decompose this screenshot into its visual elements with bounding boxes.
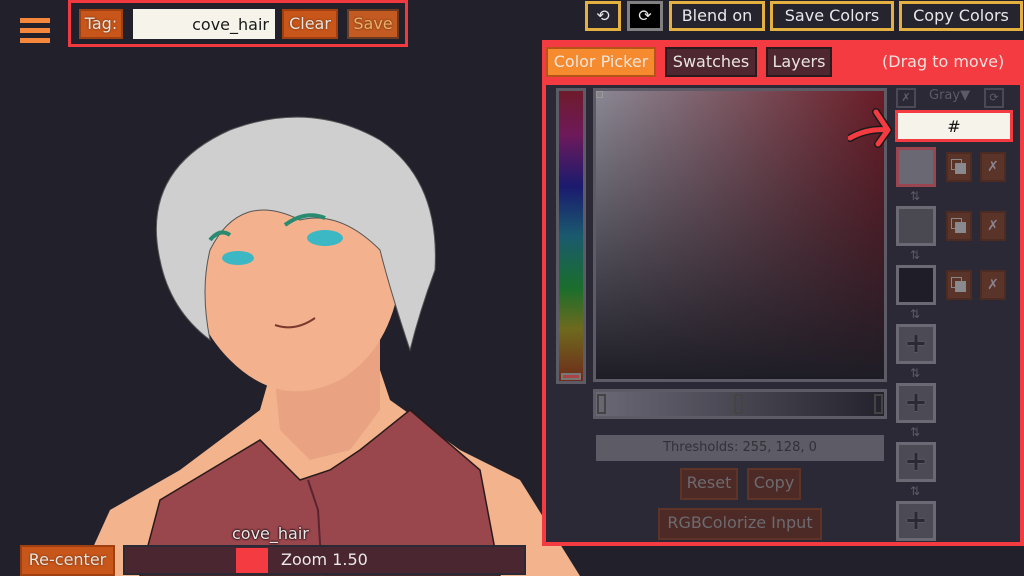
add-swatch-button[interactable]: + [896,442,936,482]
duplicate-swatch-2-button[interactable] [946,211,972,241]
right-eye [307,230,343,246]
save-button[interactable]: Save [347,9,399,39]
swap-icon[interactable]: ⇅ [910,307,920,321]
zoom-label: Zoom 1.50 [281,550,368,569]
undo-button[interactable]: ⟲ [585,1,621,31]
tab-color-picker[interactable]: Color Picker [546,47,656,77]
blend-toggle-button[interactable]: Blend on [669,1,765,31]
copy-colors-button[interactable]: Copy Colors [899,1,1023,31]
swatch-2[interactable] [896,206,936,246]
zoom-slider[interactable]: Zoom 1.50 [123,545,526,575]
zoom-handle[interactable] [236,548,268,573]
refresh-icon[interactable]: ⟳ [984,88,1004,108]
save-colors-button[interactable]: Save Colors [770,1,894,31]
threshold-handle-mid[interactable] [734,394,743,414]
hue-handle[interactable] [561,373,581,380]
hamburger-menu-icon[interactable] [20,18,50,46]
rgb-colorize-input-button[interactable]: RGBColorize Input [658,508,822,540]
recenter-button[interactable]: Re-center [20,545,115,576]
saturation-value-picker[interactable] [593,88,892,382]
redo-button[interactable]: ⟳ [627,1,663,31]
threshold-slider[interactable] [593,389,887,419]
swap-icon[interactable]: ⇅ [910,425,920,439]
add-swatch-button[interactable]: + [896,501,936,541]
swatch-3[interactable] [896,265,936,305]
color-panel[interactable]: Color Picker Swatches Layers (Drag to mo… [542,40,1024,546]
swap-icon[interactable]: ⇅ [910,484,920,498]
swap-icon[interactable]: ⇅ [910,189,920,203]
duplicate-icon [951,277,967,293]
duplicate-swatch-3-button[interactable] [946,270,972,300]
tab-layers[interactable]: Layers [766,47,832,77]
delete-icon: ✗ [987,218,999,234]
plus-icon: + [904,326,928,359]
clear-gray-icon[interactable]: ✗ [896,88,916,108]
duplicate-swatch-1-button[interactable] [946,152,972,182]
duplicate-icon [951,218,967,234]
delete-swatch-3-button[interactable]: ✗ [980,270,1006,300]
threshold-handle-high[interactable] [597,394,606,414]
hue-slider[interactable] [556,88,586,384]
drag-hint: (Drag to move) [882,52,1005,71]
duplicate-icon [951,159,967,175]
threshold-handle-low[interactable] [874,394,883,414]
thresholds-readout: Thresholds: 255, 128, 0 [596,435,884,461]
add-swatch-button[interactable]: + [896,324,936,364]
redo-icon: ⟳ [638,6,652,25]
delete-swatch-1-button[interactable]: ✗ [980,152,1006,182]
tab-swatches[interactable]: Swatches [665,47,757,77]
swap-icon[interactable]: ⇅ [910,366,920,380]
tag-input[interactable] [133,9,275,39]
swatch-1[interactable] [896,147,936,187]
tag-bar: Tag: Clear Save [68,0,408,47]
swap-icon[interactable]: ⇅ [910,248,920,262]
delete-icon: ✗ [987,159,999,175]
plus-icon: + [904,444,928,477]
left-eye [222,251,254,265]
gray-dropdown[interactable]: Gray▼ [929,88,970,103]
add-swatch-button[interactable]: + [896,383,936,423]
delete-swatch-2-button[interactable]: ✗ [980,211,1006,241]
copy-button[interactable]: Copy [747,468,801,500]
undo-icon: ⟲ [596,6,610,25]
current-layer-name: cove_hair [232,524,309,543]
character-preview[interactable] [80,110,580,576]
tag-label: Tag: [79,9,123,39]
hex-color-input[interactable] [895,110,1013,142]
delete-icon: ✗ [987,277,999,293]
clear-button[interactable]: Clear [282,9,338,39]
sv-marker[interactable] [596,91,603,98]
reset-button[interactable]: Reset [680,468,738,500]
plus-icon: + [904,503,928,536]
color-picker-body: Thresholds: 255, 128, 0 Reset Copy RGBCo… [546,85,1020,542]
plus-icon: + [904,385,928,418]
arrow-annotation-icon [848,108,892,148]
